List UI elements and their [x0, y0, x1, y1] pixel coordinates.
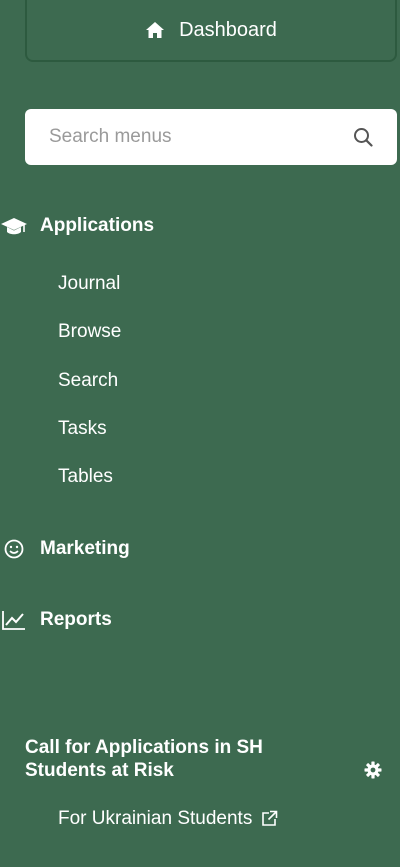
menu-marketing[interactable]: Marketing [0, 538, 130, 560]
menu-applications[interactable]: Applications [0, 215, 154, 237]
graduation-cap-icon [0, 217, 28, 235]
gear-icon[interactable] [364, 761, 382, 779]
menu-reports-label: Reports [40, 609, 112, 630]
search-icon[interactable] [353, 127, 373, 147]
menu-reports[interactable]: Reports [0, 609, 112, 631]
line-chart-icon [0, 610, 28, 630]
external-link-icon [260, 810, 278, 828]
menu-item-tables[interactable]: Tables [58, 466, 113, 488]
menu-marketing-label: Marketing [40, 538, 130, 559]
ukrainian-students-label: For Ukrainian Students [58, 808, 253, 829]
call-for-applications-heading: Call for Applications in SH Students at … [25, 737, 263, 781]
search-input[interactable] [49, 126, 353, 148]
dashboard-label: Dashboard [179, 18, 277, 41]
menu-item-browse[interactable]: Browse [58, 321, 121, 343]
home-icon [145, 21, 165, 39]
search-box [25, 109, 397, 165]
menu-item-search[interactable]: Search [58, 370, 118, 392]
ukrainian-students-link[interactable]: For Ukrainian Students [58, 808, 278, 830]
dashboard-button[interactable]: Dashboard [25, 0, 397, 62]
menu-applications-label: Applications [40, 215, 155, 236]
menu-item-journal[interactable]: Journal [58, 273, 120, 295]
menu-item-tasks[interactable]: Tasks [58, 418, 107, 440]
smiley-icon [0, 539, 28, 559]
